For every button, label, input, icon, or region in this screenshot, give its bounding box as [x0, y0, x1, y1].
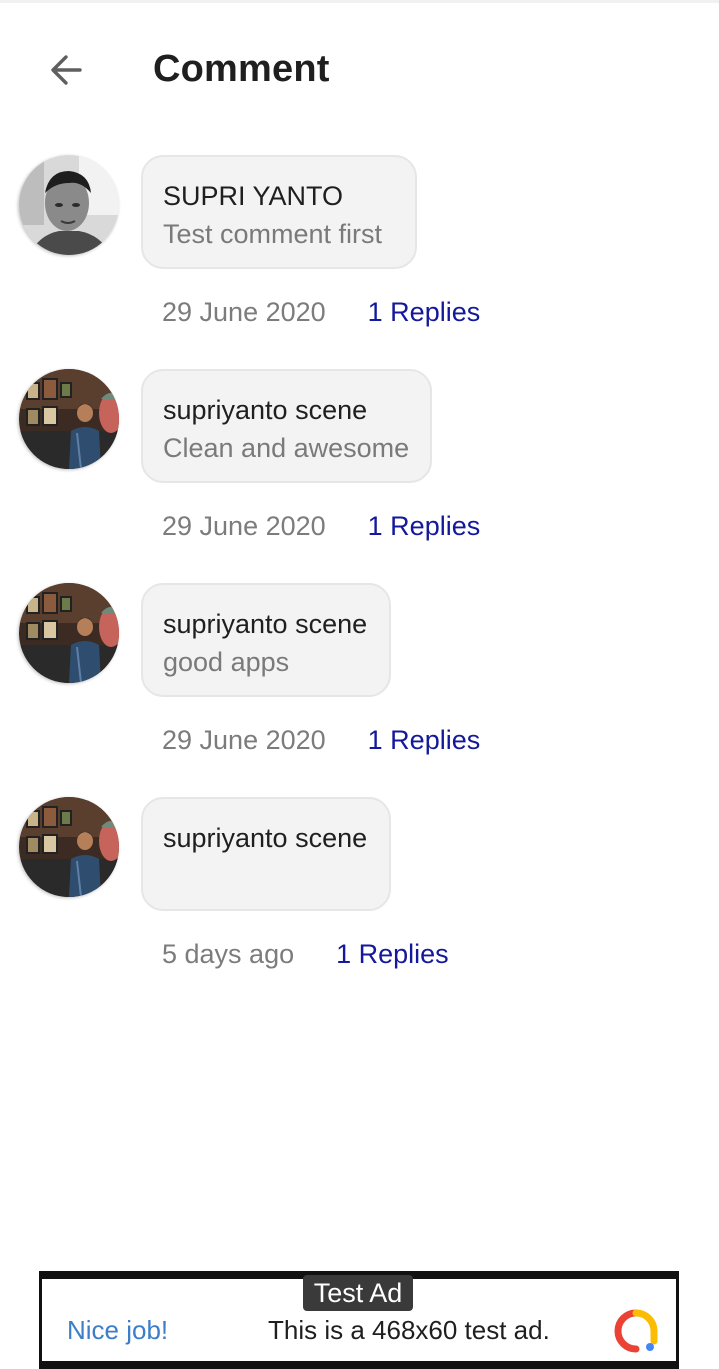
- avatar[interactable]: [19, 797, 119, 897]
- comment-author: supriyanto scene: [163, 395, 368, 425]
- app-bar: Comment: [0, 0, 719, 140]
- comment-bubble: supriyanto scene good apps: [141, 583, 391, 697]
- comment-item: supriyanto scene Clean and awesome 29 Ju…: [0, 369, 719, 569]
- comment-meta: 29 June 2020 1 Replies: [162, 295, 480, 329]
- comment-date: 5 days ago: [162, 938, 295, 969]
- comment-text: [163, 861, 369, 891]
- comment-text: Test comment first: [163, 219, 383, 249]
- avatar[interactable]: [19, 369, 119, 469]
- comment-screen: Comment SUPRI YANTO Test comment first 2…: [0, 0, 719, 1369]
- ad-nice-text: Nice job!: [67, 1315, 169, 1345]
- comment-date: 29 June 2020: [162, 296, 326, 327]
- avatar[interactable]: [19, 583, 119, 683]
- comment-meta: 5 days ago 1 Replies: [162, 937, 449, 971]
- page-title: Comment: [153, 48, 330, 90]
- comment-bubble: supriyanto scene: [141, 797, 391, 911]
- replies-link[interactable]: 1 Replies: [368, 297, 481, 328]
- comment-author: supriyanto scene: [163, 609, 368, 639]
- back-button[interactable]: [36, 40, 96, 100]
- avatar-gallery-image: [19, 583, 119, 683]
- arrow-left-icon: [51, 55, 82, 85]
- replies-link[interactable]: 1 Replies: [336, 939, 449, 970]
- avatar-gallery-image: [19, 369, 119, 469]
- comment-bubble: supriyanto scene Clean and awesome: [141, 369, 432, 483]
- comment-item: supriyanto scene 5 days ago 1 Replies: [0, 797, 719, 997]
- comment-meta: 29 June 2020 1 Replies: [162, 723, 480, 757]
- comment-bubble: SUPRI YANTO Test comment first: [141, 155, 417, 269]
- replies-link[interactable]: 1 Replies: [368, 725, 481, 756]
- avatar-portrait-image: [19, 155, 119, 255]
- ad-text: This is a 468x60 test ad.: [268, 1315, 550, 1345]
- comment-author: supriyanto scene: [163, 823, 368, 853]
- comment-text: good apps: [163, 647, 290, 677]
- comment-meta: 29 June 2020 1 Replies: [162, 509, 480, 543]
- admob-logo-icon: [614, 1309, 658, 1353]
- test-ad-label: Test Ad: [303, 1275, 413, 1311]
- comment-item: supriyanto scene good apps 29 June 2020 …: [0, 583, 719, 783]
- avatar[interactable]: [19, 155, 119, 255]
- replies-link[interactable]: 1 Replies: [368, 511, 481, 542]
- comment-author: SUPRI YANTO: [163, 181, 344, 211]
- avatar-gallery-image: [19, 797, 119, 897]
- comment-text: Clean and awesome: [163, 433, 410, 463]
- comment-item: SUPRI YANTO Test comment first 29 June 2…: [0, 155, 719, 355]
- comment-date: 29 June 2020: [162, 724, 326, 755]
- comment-date: 29 June 2020: [162, 510, 326, 541]
